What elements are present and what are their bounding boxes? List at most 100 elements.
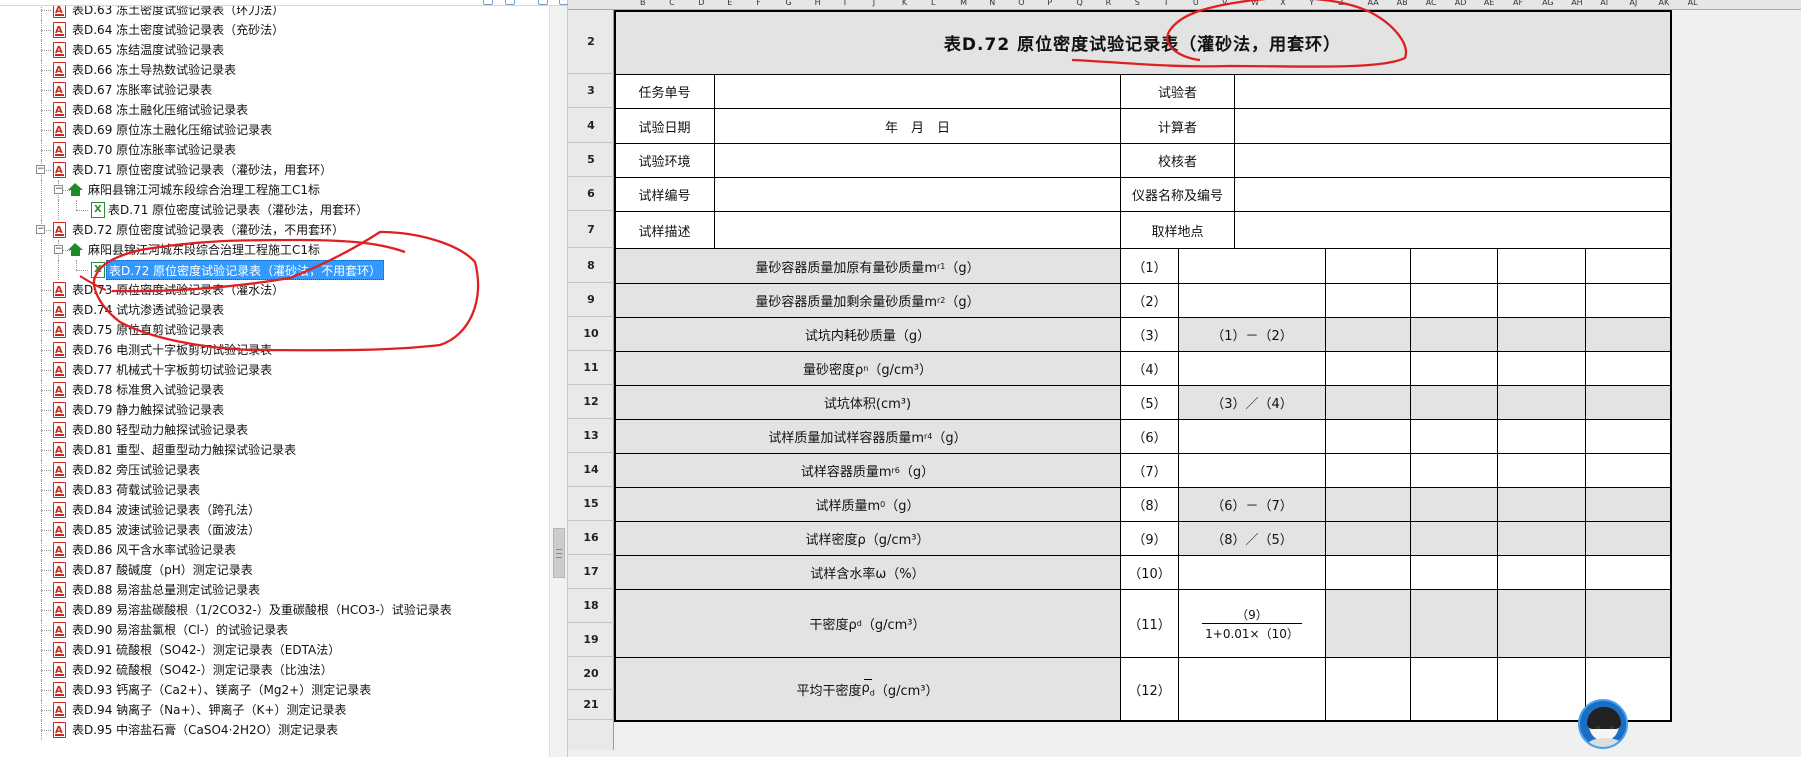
tree-item[interactable]: A 表D.95 中溶盐石膏（CaSO4·2H2O）测定记录表 — [0, 720, 548, 740]
field-label[interactable]: 任务单号 — [614, 74, 715, 109]
scrollbar-thumb[interactable] — [553, 528, 565, 578]
data-input-cell[interactable] — [1325, 487, 1411, 522]
data-input-cell[interactable] — [1585, 453, 1671, 488]
tree-item[interactable]: X 表D.72 原位密度试验记录表（灌砂法，不用套环） — [0, 260, 548, 280]
row-number[interactable]: 20 — [568, 657, 614, 690]
field-label[interactable]: 试样编号 — [614, 177, 715, 212]
tree-item[interactable]: A 表D.88 易溶盐总量测定试验记录表 — [0, 580, 548, 600]
data-input-cell[interactable] — [1410, 317, 1498, 352]
column-letter[interactable]: AI — [1600, 0, 1608, 7]
column-letter[interactable]: Z — [1338, 0, 1343, 7]
tree-item[interactable]: A 表D.82 旁压试验记录表 — [0, 460, 548, 480]
data-input-cell[interactable] — [1585, 385, 1671, 420]
column-letter[interactable]: B — [640, 0, 646, 7]
tree-item[interactable]: − A 表D.71 原位密度试验记录表（灌砂法，用套环） — [0, 160, 548, 180]
tree-item[interactable]: A 表D.78 标准贯入试验记录表 — [0, 380, 548, 400]
column-letter[interactable]: M — [960, 0, 967, 7]
tree-item[interactable]: A 表D.68 冻土融化压缩试验记录表 — [0, 100, 548, 120]
row-number[interactable]: 8 — [568, 248, 614, 283]
data-input-cell[interactable] — [1410, 453, 1498, 488]
row-number-cell[interactable]: （5） — [1120, 385, 1179, 420]
data-input-cell[interactable] — [1325, 283, 1411, 318]
row-number[interactable]: 13 — [568, 419, 614, 453]
column-letter[interactable]: X — [1280, 0, 1285, 7]
data-input-cell[interactable] — [1497, 453, 1586, 488]
data-input-cell[interactable] — [1325, 317, 1411, 352]
toolbar-button-icon[interactable] — [505, 0, 515, 5]
column-letter[interactable]: E — [727, 0, 732, 7]
column-letter[interactable]: R — [1106, 0, 1112, 7]
row-number[interactable]: 15 — [568, 487, 614, 521]
data-input-cell[interactable] — [1585, 521, 1671, 556]
collapse-toggle[interactable]: − — [36, 165, 45, 174]
field-label[interactable]: 试验者 — [1120, 74, 1235, 109]
data-input-cell[interactable] — [1410, 248, 1498, 284]
data-input-cell[interactable] — [1410, 589, 1498, 658]
data-input-cell[interactable] — [1325, 589, 1411, 658]
tree-item[interactable]: A 表D.87 酸碱度（pH）测定记录表 — [0, 560, 548, 580]
row-label[interactable]: 试样质量加试样容器质量m r4 （g） — [614, 419, 1121, 454]
data-input-cell[interactable] — [1325, 248, 1411, 284]
data-input-cell[interactable] — [1410, 657, 1498, 721]
column-letter[interactable]: AD — [1455, 0, 1467, 7]
row-number-cell[interactable]: （3） — [1120, 317, 1179, 352]
data-input-cell[interactable] — [1178, 657, 1326, 721]
formula-cell[interactable] — [1178, 555, 1326, 590]
field-value-input[interactable] — [714, 74, 1121, 109]
column-letter[interactable]: AA — [1368, 0, 1379, 7]
field-value-input[interactable]: 年 月 日 — [714, 108, 1121, 144]
data-input-cell[interactable] — [1410, 487, 1498, 522]
data-input-cell[interactable] — [1497, 521, 1586, 556]
data-input-cell[interactable] — [1410, 555, 1498, 590]
column-letter[interactable]: Y — [1309, 0, 1314, 7]
row-number[interactable]: 18 — [568, 589, 614, 623]
row-label[interactable]: 量砂容器质量加剩余量砂质量m r2 （g） — [614, 283, 1121, 318]
tree-item[interactable]: A 表D.70 原位冻胀率试验记录表 — [0, 140, 548, 160]
row-label[interactable]: 试样容器质量m r6 （g） — [614, 453, 1121, 488]
row-label[interactable]: 量砂容器质量加原有量砂质量m r1 （g） — [614, 248, 1121, 284]
data-input-cell[interactable] — [1585, 248, 1671, 284]
field-label[interactable]: 试样描述 — [614, 211, 715, 249]
column-letter[interactable]: S — [1135, 0, 1140, 7]
column-letter[interactable]: AL — [1688, 0, 1698, 7]
tree-item[interactable]: A 表D.92 硫酸根（SO42-）测定记录表（比浊法） — [0, 660, 548, 680]
tree-item[interactable]: A 表D.67 冻胀率试验记录表 — [0, 80, 548, 100]
field-value-input[interactable] — [1234, 108, 1671, 144]
data-input-cell[interactable] — [1585, 351, 1671, 386]
column-letter[interactable]: AC — [1426, 0, 1437, 7]
field-label[interactable]: 试验日期 — [614, 108, 715, 144]
column-letter[interactable]: AE — [1484, 0, 1495, 7]
tree-item[interactable]: A 表D.74 试坑渗透试验记录表 — [0, 300, 548, 320]
tree-item[interactable]: A 表D.64 冻土密度试验记录表（充砂法） — [0, 20, 548, 40]
data-input-cell[interactable] — [1325, 453, 1411, 488]
data-input-cell[interactable] — [1497, 487, 1586, 522]
row-number[interactable]: 10 — [568, 317, 614, 351]
toolbar-button-icon[interactable] — [538, 0, 548, 5]
data-input-cell[interactable] — [1410, 351, 1498, 386]
data-input-cell[interactable] — [1585, 419, 1671, 454]
field-label[interactable]: 仪器名称及编号 — [1120, 177, 1235, 212]
data-input-cell[interactable] — [1497, 317, 1586, 352]
column-letter[interactable]: AJ — [1629, 0, 1637, 7]
sheet-title[interactable]: 表D.72 原位密度试验记录表（灌砂法，用套环） — [614, 10, 1671, 75]
tree-item[interactable]: − A 表D.72 原位密度试验记录表（灌砂法，不用套环） — [0, 220, 548, 240]
row-label[interactable]: 试坑内耗砂质量（g） — [614, 317, 1121, 352]
tree-item[interactable]: − 麻阳县锦江河城东段综合治理工程施工C1标 — [0, 180, 548, 200]
column-letter[interactable]: F — [756, 0, 761, 7]
row-number-cell[interactable]: （4） — [1120, 351, 1179, 386]
formula-cell[interactable] — [1178, 283, 1326, 318]
data-input-cell[interactable] — [1497, 657, 1586, 721]
row-label[interactable]: 试样密度ρ（g/cm³） — [614, 521, 1121, 556]
formula-cell[interactable]: （9） 1+0.01×（10） — [1178, 589, 1326, 658]
tree-item[interactable]: A 表D.86 风干含水率试验记录表 — [0, 540, 548, 560]
column-letter[interactable]: O — [1018, 0, 1024, 7]
column-letter[interactable]: D — [698, 0, 704, 7]
row-number[interactable]: 17 — [568, 555, 614, 589]
data-input-cell[interactable] — [1585, 589, 1671, 658]
column-letter[interactable]: AG — [1542, 0, 1554, 7]
data-input-cell[interactable] — [1497, 385, 1586, 420]
row-number[interactable]: 6 — [568, 177, 614, 211]
column-letter[interactable]: I — [844, 0, 846, 7]
row-number-cell[interactable]: （7） — [1120, 453, 1179, 488]
row-number-cell[interactable]: （12） — [1120, 657, 1179, 721]
